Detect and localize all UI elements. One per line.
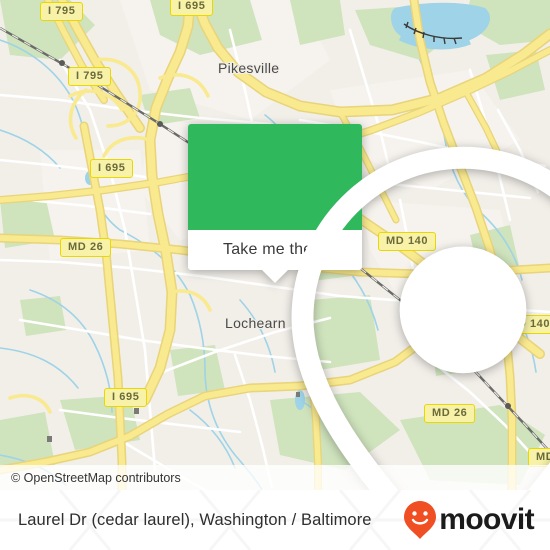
moovit-logo[interactable]: moovit [403,500,535,540]
callout-pointer [262,270,288,283]
map-attribution-bar: © OpenStreetMap contributors [0,465,550,490]
location-title: Laurel Dr (cedar laurel), Washington / B… [18,510,372,529]
moovit-wordmark: moovit [439,503,534,536]
footer-bar: Laurel Dr (cedar laurel), Washington / B… [0,490,550,550]
highway-shield-i695-top[interactable]: I 695 [170,0,214,16]
take-me-there-callout[interactable]: Take me there [188,124,550,490]
moovit-map-screenshot: Pikesville Lochearn I 795 I 695 I 795 I … [0,0,550,550]
moovit-pin-smiley-icon [404,501,437,539]
highway-shield-i695-left[interactable]: I 695 [90,159,134,178]
highway-shield-i795-left[interactable]: I 795 [68,67,112,86]
highway-shield-md26-left[interactable]: MD 26 [60,238,112,257]
highway-shield-i695-bottom[interactable]: I 695 [104,388,148,407]
map-pin-icon [291,146,550,490]
callout-icon-area [188,124,550,490]
map-canvas[interactable]: Pikesville Lochearn I 795 I 695 I 795 I … [0,0,550,490]
attribution-text: © OpenStreetMap contributors [11,470,181,485]
highway-shield-i795-top[interactable]: I 795 [40,2,84,21]
place-label-pikesville: Pikesville [218,60,280,76]
